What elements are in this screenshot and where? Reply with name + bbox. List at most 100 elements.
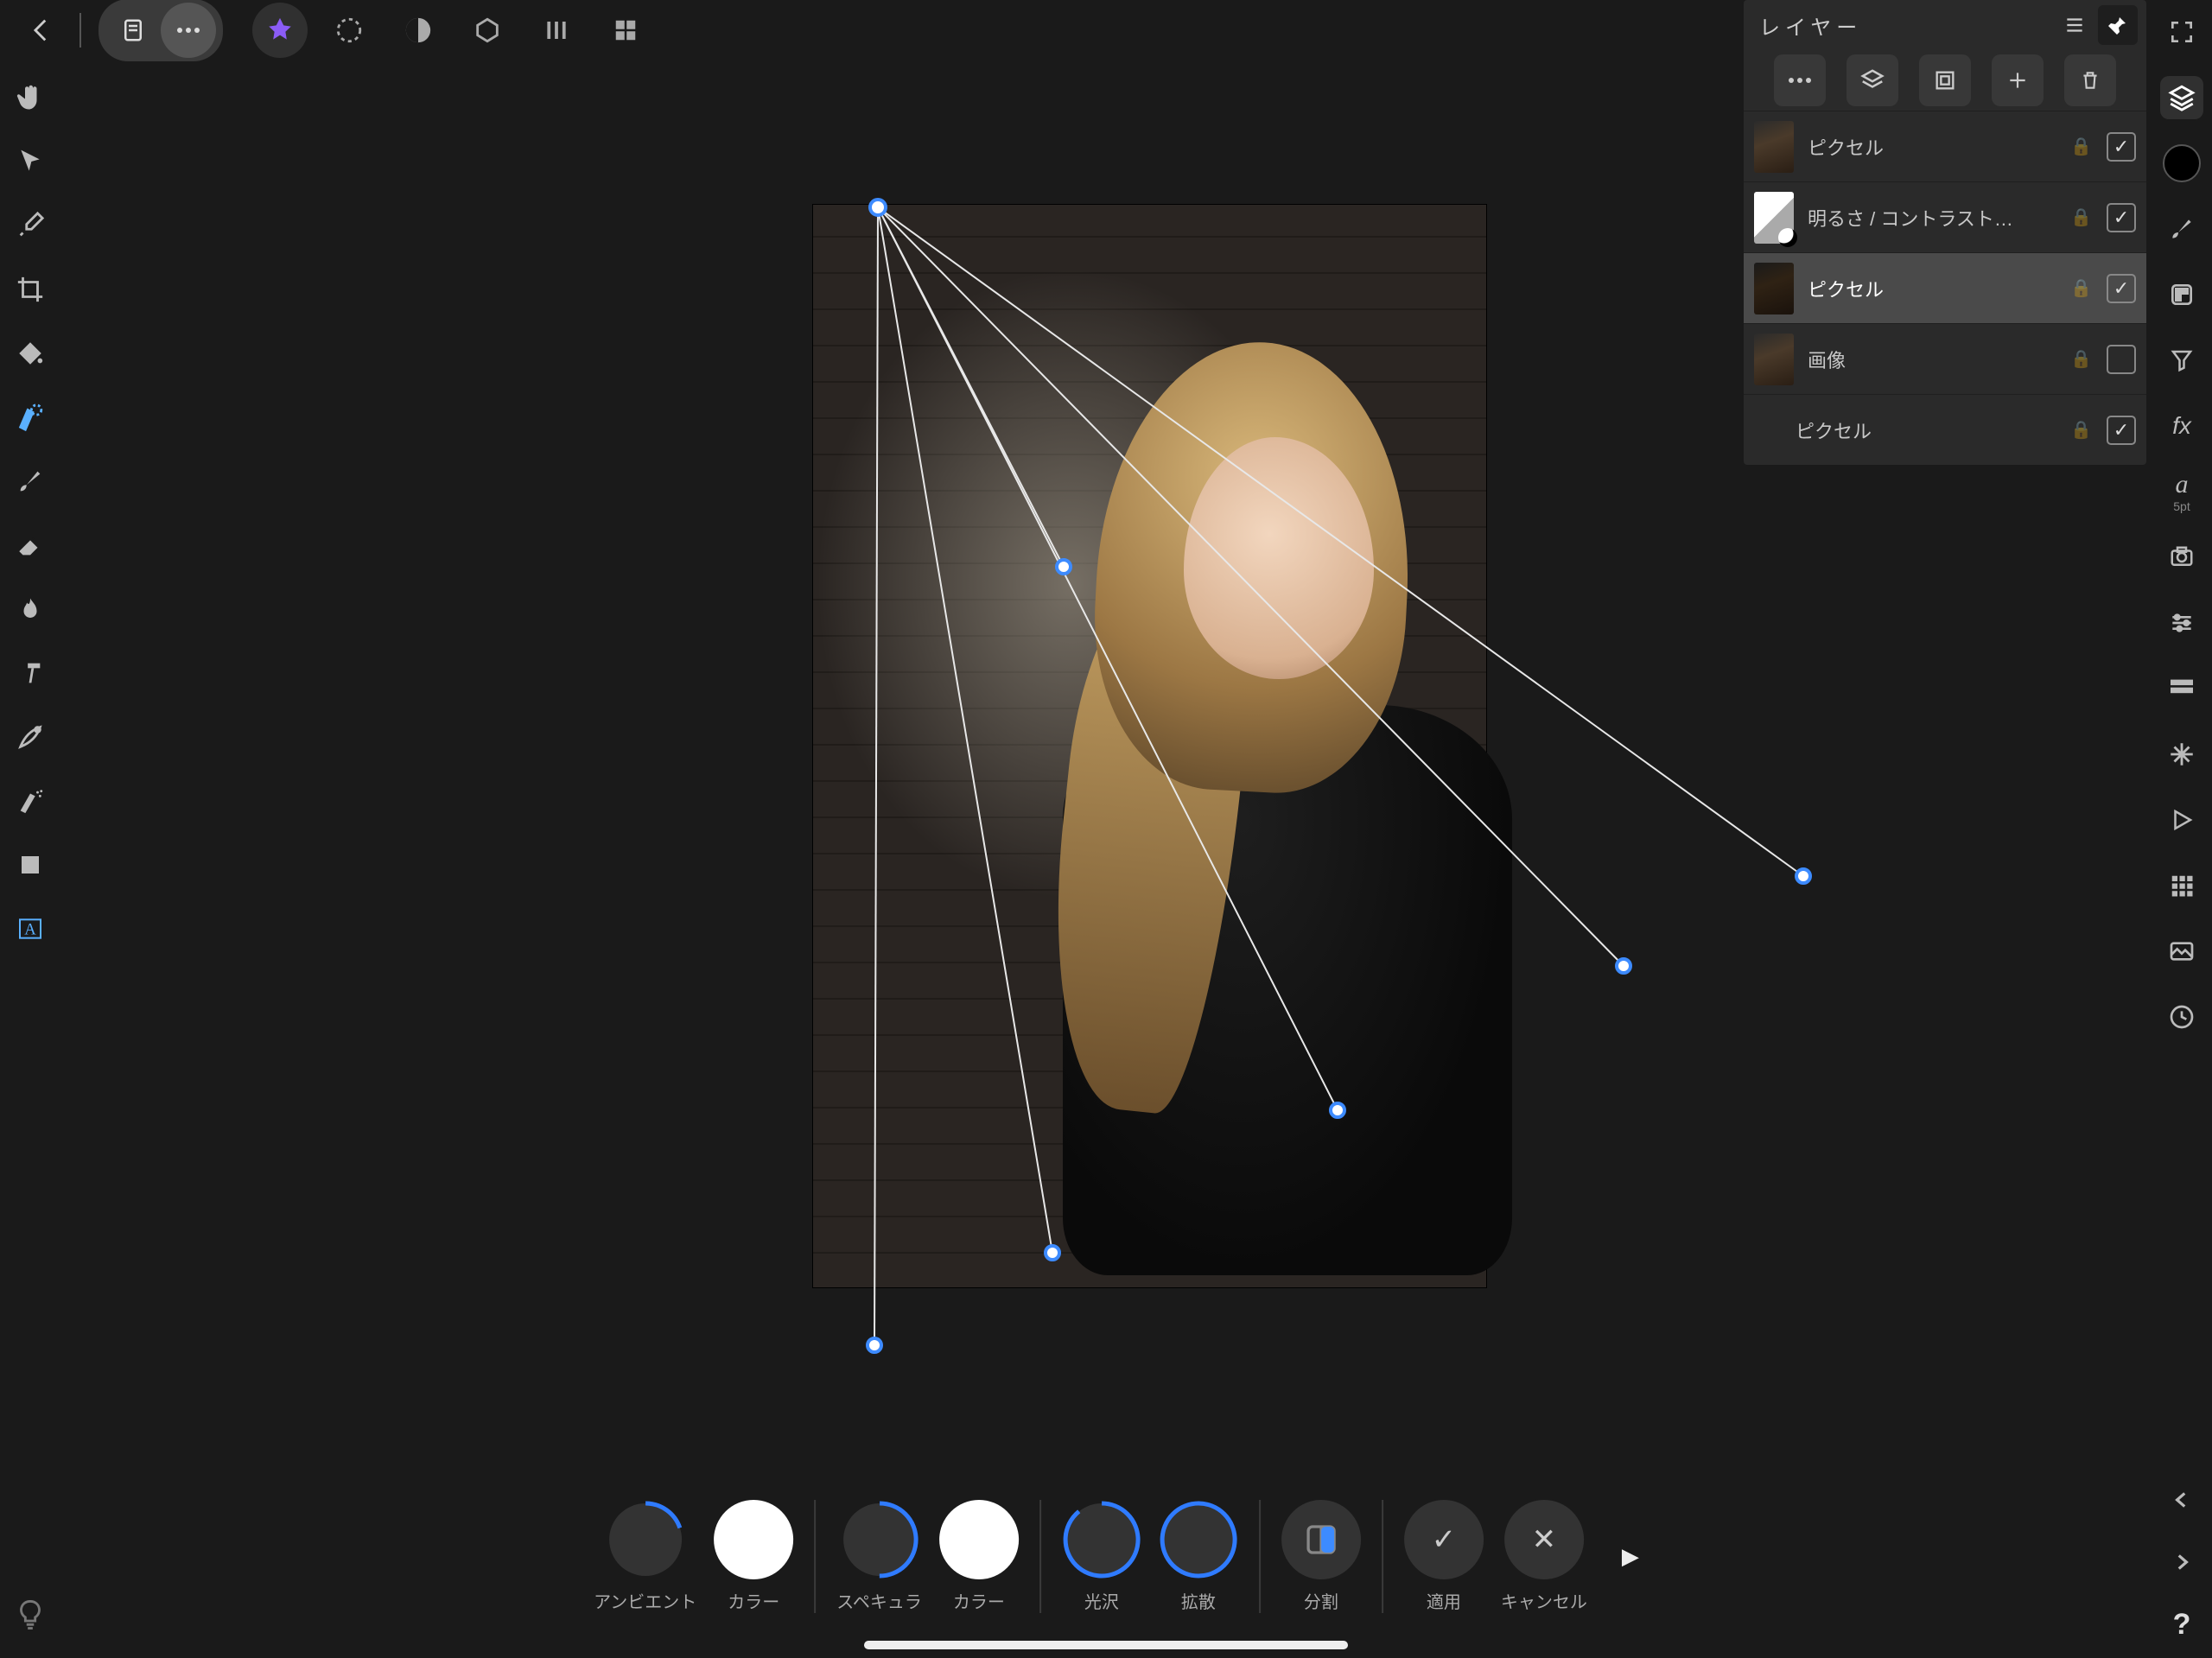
shininess-label: 光沢 (1084, 1588, 1119, 1613)
studio-macro[interactable] (2160, 798, 2203, 842)
tool-pen[interactable] (9, 715, 52, 759)
tool-rectangle[interactable] (9, 843, 52, 886)
menu-button[interactable] (161, 3, 216, 58)
studio-text[interactable]: a5pt (2160, 470, 2203, 513)
back-button[interactable] (14, 3, 69, 58)
lock-icon[interactable]: 🔒 (2070, 206, 2093, 228)
tool-color-picker[interactable] (9, 204, 52, 247)
shininess-dial[interactable]: 89 % (1062, 1500, 1141, 1579)
lock-icon[interactable]: 🔒 (2070, 277, 2093, 299)
tool-move[interactable] (9, 140, 52, 183)
studio-swatches[interactable] (2160, 273, 2203, 316)
home-indicator[interactable] (864, 1641, 1348, 1649)
top-bar (0, 0, 657, 60)
visibility-toggle[interactable]: ✓ (2107, 132, 2136, 162)
layers-add[interactable] (1992, 54, 2044, 106)
layer-thumb (1754, 192, 1794, 244)
studio-channels[interactable] (2160, 667, 2203, 710)
fullscreen-button[interactable] (2160, 10, 2203, 54)
nav-strip: ? (2152, 1478, 2212, 1646)
lock-icon[interactable]: 🔒 (2070, 419, 2093, 441)
tool-burn[interactable] (9, 588, 52, 631)
layer-name: 明るさ / コントラスト… (1808, 204, 2056, 232)
tool-strip: A (0, 69, 60, 950)
layer-name: 画像 (1808, 346, 2056, 373)
document[interactable] (812, 204, 1487, 1288)
nav-next[interactable] (2160, 1540, 2203, 1584)
layer-name: ピクセル (1796, 416, 2056, 444)
studio-brush[interactable] (2160, 207, 2203, 251)
tool-flood-fill[interactable] (9, 332, 52, 375)
hint-button[interactable] (16, 1598, 45, 1639)
tool-selection-brush[interactable] (9, 396, 52, 439)
layer-row[interactable]: ピクセル 🔒 ✓ (1744, 394, 2146, 465)
layers-pin[interactable] (2098, 5, 2138, 45)
tool-spray[interactable] (9, 779, 52, 823)
persona-export-slice[interactable] (529, 3, 584, 58)
visibility-toggle[interactable]: ✓ (2107, 274, 2136, 303)
diffuse-label: 拡散 (1181, 1588, 1216, 1613)
tool-hand[interactable] (9, 76, 52, 119)
split-button[interactable] (1281, 1500, 1361, 1579)
layers-toolbar (1744, 50, 2146, 111)
studio-layers[interactable] (2160, 76, 2203, 119)
persona-develop[interactable] (391, 3, 446, 58)
cancel-button[interactable]: ✕ (1504, 1500, 1584, 1579)
layers-delete[interactable] (2064, 54, 2116, 106)
tool-eraser[interactable] (9, 524, 52, 567)
visibility-toggle[interactable]: ✓ (2107, 416, 2136, 445)
visibility-toggle[interactable]: ✓ (2107, 345, 2136, 374)
studio-history[interactable] (2160, 995, 2203, 1039)
split-label: 分割 (1304, 1588, 1338, 1613)
diffuse-dial[interactable]: 100 % (1159, 1500, 1238, 1579)
layers-view-list[interactable] (2055, 5, 2094, 45)
document-button[interactable] (105, 3, 161, 58)
persona-tonemap[interactable] (460, 3, 515, 58)
layer-thumb (1754, 334, 1794, 385)
persona-photo[interactable] (252, 3, 308, 58)
layers-title: レイヤー (1759, 10, 1862, 41)
studio-strip: fx a5pt (2152, 0, 2212, 1039)
studio-transform[interactable] (2160, 733, 2203, 776)
ambient-color-swatch[interactable] (714, 1500, 793, 1579)
light-handle[interactable] (868, 1338, 881, 1352)
svg-text:A: A (24, 921, 36, 939)
studio-adjust[interactable] (2160, 601, 2203, 645)
light-handle[interactable] (1796, 869, 1810, 883)
tool-clone[interactable] (9, 651, 52, 695)
tool-text[interactable]: A (9, 907, 52, 950)
layers-edit[interactable] (1774, 54, 1826, 106)
studio-filter[interactable] (2160, 339, 2203, 382)
studio-media[interactable] (2160, 930, 2203, 973)
light-handle[interactable] (1617, 959, 1630, 973)
visibility-toggle[interactable]: ✓ (2107, 203, 2136, 232)
studio-stock[interactable] (2160, 536, 2203, 579)
context-toolbar: 20 % アンビエント カラー 50 % スペキュラ カラー 8 (573, 1500, 1639, 1613)
specular-dial[interactable]: 50 % (840, 1500, 919, 1579)
doc-menu-pill (99, 0, 223, 61)
studio-fx[interactable]: fx (2160, 404, 2203, 448)
layer-row[interactable]: ピクセル 🔒 ✓ (1744, 111, 2146, 181)
tool-paint-brush[interactable] (9, 460, 52, 503)
help-button[interactable]: ? (2160, 1603, 2203, 1646)
studio-color[interactable] (2160, 142, 2203, 185)
layer-thumb (1754, 121, 1794, 173)
nav-prev[interactable] (2160, 1478, 2203, 1521)
tool-crop[interactable] (9, 268, 52, 311)
layers-crop[interactable] (1919, 54, 1971, 106)
ambient-label: アンビエント (594, 1588, 696, 1613)
persona-export[interactable] (598, 3, 653, 58)
context-more[interactable]: ▶ (1622, 1543, 1639, 1570)
studio-grid[interactable] (2160, 864, 2203, 907)
ambient-dial[interactable]: 20 % (606, 1500, 685, 1579)
layer-row[interactable]: ピクセル 🔒 ✓ (1744, 252, 2146, 323)
layer-row[interactable]: 明るさ / コントラスト… 🔒 ✓ (1744, 181, 2146, 252)
persona-liquify[interactable] (321, 3, 377, 58)
apply-button[interactable]: ✓ (1404, 1500, 1484, 1579)
lock-icon[interactable]: 🔒 (2070, 348, 2093, 370)
specular-color-swatch[interactable] (939, 1500, 1019, 1579)
lock-icon[interactable]: 🔒 (2070, 136, 2093, 157)
layer-row[interactable]: 画像 🔒 ✓ (1744, 323, 2146, 394)
layer-thumb (1754, 263, 1794, 314)
layers-mask[interactable] (1847, 54, 1898, 106)
